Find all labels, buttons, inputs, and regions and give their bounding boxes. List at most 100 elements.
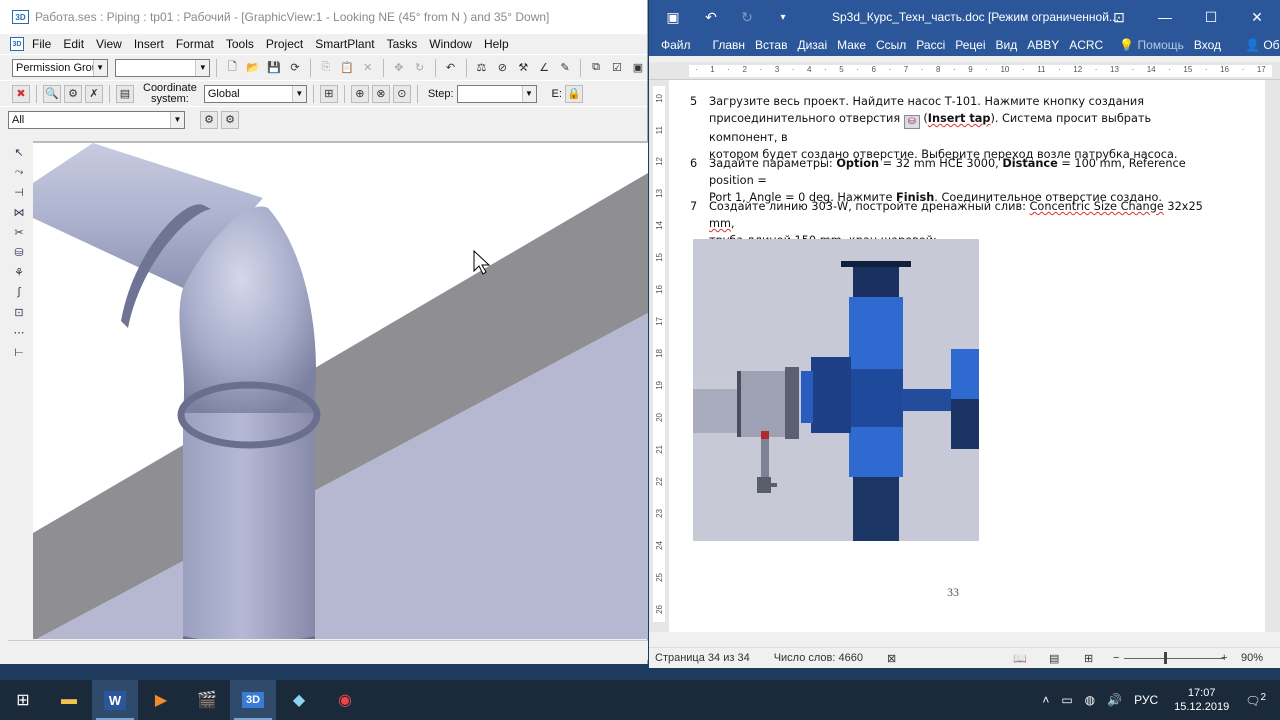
isometric-icon[interactable]: ⊢ (10, 343, 28, 361)
insert-support-icon[interactable]: ⚘ (10, 263, 28, 281)
view-icon[interactable]: ▣ (629, 59, 647, 77)
chevron-up-icon[interactable]: ˄ (1042, 693, 1049, 707)
permission-group-dropdown[interactable]: Permission Group ▼ (12, 58, 108, 77)
spool-icon[interactable]: ∫ (10, 283, 28, 301)
check-icon[interactable]: ☑ (608, 59, 626, 77)
redo-icon[interactable]: ↻ (735, 7, 759, 27)
proofing-icon[interactable]: ⊠ (887, 652, 896, 665)
insert-feature-icon[interactable]: ⋈ (10, 203, 28, 221)
rotate-icon[interactable]: ↻ (411, 59, 429, 77)
menu-tasks[interactable]: Tasks (387, 37, 426, 51)
start-windows-icon[interactable]: ⊞ (0, 680, 46, 720)
plane-x-icon[interactable]: ⊕ (350, 84, 369, 103)
move-icon[interactable]: ✥ (390, 59, 408, 77)
battery-icon[interactable]: ▭ (1061, 693, 1072, 707)
notifications-icon[interactable]: 🗨2 (1245, 692, 1266, 708)
tab-references[interactable]: Ссыл (876, 38, 906, 52)
zoom-slider[interactable] (1124, 658, 1224, 659)
horizontal-ruler[interactable]: · 1 · 2 · 3 · 4 · 5 · 6 · 7 · 8 · 9 · 10 · 11 · 12 · 13 · 14 · 15 · 16 ·… (649, 62, 1280, 80)
web-layout-icon[interactable]: ⊞ (1084, 652, 1093, 665)
menu-view[interactable]: View (96, 37, 130, 51)
open-folder-icon[interactable]: 📂 (244, 59, 262, 77)
refresh-icon[interactable]: ⟳ (286, 59, 304, 77)
sp3d-titlebar[interactable]: 3D Работа.ses : Piping : tp01 : Рабочий … (0, 0, 647, 34)
tab-view[interactable]: Вид (995, 38, 1017, 52)
menu-help[interactable]: Help (484, 37, 517, 51)
filter-settings-icon[interactable]: ⚙ (221, 110, 239, 129)
share-button[interactable]: 👤 Общий доступ (1245, 38, 1280, 52)
tab-acrobat[interactable]: ACRC (1069, 38, 1103, 52)
print-layout-icon[interactable]: ▤ (1049, 652, 1059, 665)
copy-icon[interactable]: ⎘ (317, 59, 335, 77)
clipboard-icon[interactable]: ⧉ (587, 59, 605, 77)
file-explorer-icon[interactable]: ▬ (46, 680, 92, 720)
select-filter-icon[interactable]: ⚙ (64, 84, 82, 103)
menu-format[interactable]: Format (176, 37, 222, 51)
system-clock[interactable]: 17:07 15.12.2019 (1174, 686, 1229, 714)
locate-filter-dropdown[interactable]: All ▼ (8, 110, 185, 129)
tool-icon[interactable]: ✗ (85, 84, 103, 103)
tab-review[interactable]: Рецеі (955, 38, 985, 52)
menu-window[interactable]: Window (429, 37, 480, 51)
sign-in-link[interactable]: Вход (1194, 38, 1221, 52)
sp3d-taskbar-icon[interactable]: 3D (230, 680, 276, 720)
menu-insert[interactable]: Insert (134, 37, 172, 51)
vertical-ruler[interactable]: 10 11 12 13 14 15 16 17 18 19 20 21 22 23 24 25 26 (649, 80, 669, 632)
tab-design[interactable]: Дизаі (797, 38, 827, 52)
menu-file[interactable]: File (32, 37, 59, 51)
coordinate-system-dropdown[interactable]: Global ▼ (203, 84, 307, 103)
tab-home[interactable]: Главн (713, 38, 746, 52)
network-icon[interactable]: ◍ (1085, 693, 1095, 707)
save-icon[interactable]: ▣ (661, 7, 685, 27)
snap-icon[interactable]: ⊞ (319, 84, 338, 103)
zoom-slider-thumb[interactable] (1164, 652, 1167, 664)
word-count-status[interactable]: Число слов: 4660 (774, 652, 863, 664)
new-file-icon[interactable]: 🗋 (223, 59, 241, 77)
route-pipe-icon[interactable]: ⤳ (10, 163, 28, 181)
menu-project[interactable]: Project (266, 37, 311, 51)
minimize-icon[interactable]: — (1142, 0, 1188, 34)
zoom-icon[interactable]: 🔍 (43, 84, 61, 103)
delete-icon[interactable]: ✕ (359, 59, 377, 77)
plane-y-icon[interactable]: ⊗ (371, 84, 390, 103)
cancel-icon[interactable]: ✖ (12, 84, 30, 103)
select-arrow-icon[interactable]: ↖ (10, 143, 28, 161)
step-dropdown[interactable]: ▼ (456, 84, 537, 103)
zoom-in-icon[interactable]: + (1221, 652, 1227, 664)
crystal-app-icon[interactable]: ◆ (276, 680, 322, 720)
volume-icon[interactable]: 🔊 (1107, 693, 1122, 707)
lock-icon[interactable]: 🔒 (564, 84, 583, 103)
document-icon[interactable]: 3D (10, 37, 24, 51)
tab-mailings[interactable]: Рассі (916, 38, 945, 52)
inspect-icon[interactable]: ⊘ (493, 59, 511, 77)
filter-icon[interactable]: ⚙ (200, 110, 218, 129)
close-icon[interactable]: ✕ (1234, 0, 1280, 34)
zoom-level[interactable]: 90% (1241, 652, 1263, 664)
properties-icon[interactable]: ▤ (116, 84, 134, 103)
insert-tap-icon[interactable]: ⛁ (10, 243, 28, 261)
customize-qat-icon[interactable]: ▾ (771, 7, 795, 27)
connect-icon[interactable]: ⋯ (10, 323, 28, 341)
maximize-icon[interactable]: ☐ (1188, 0, 1234, 34)
save-icon[interactable]: 💾 (265, 59, 283, 77)
chrome-icon[interactable]: ◉ (322, 680, 368, 720)
undo-icon[interactable]: ↶ (699, 7, 723, 27)
graphic-view-3d[interactable] (33, 141, 648, 639)
tell-me-help[interactable]: 💡 Помощь (1119, 38, 1184, 52)
insert-specialty-icon[interactable]: ⊡ (10, 303, 28, 321)
tools-icon[interactable]: ⚒ (514, 59, 532, 77)
insert-split-icon[interactable]: ✂ (10, 223, 28, 241)
zoom-out-icon[interactable]: − (1113, 652, 1119, 664)
language-indicator[interactable]: РУС (1134, 693, 1158, 707)
plane-z-icon[interactable]: ⊙ (392, 84, 411, 103)
menu-edit[interactable]: Edit (63, 37, 92, 51)
word-titlebar[interactable]: ▣ ↶ ↻ ▾ Sp3d_Курс_Техн_часть.doc [Режим … (649, 0, 1280, 34)
media-player-icon[interactable]: ▶ (138, 680, 184, 720)
ribbon-display-icon[interactable]: ⊡ (1096, 0, 1142, 34)
tab-insert[interactable]: Встав (755, 38, 787, 52)
page-count-status[interactable]: Страница 34 из 34 (655, 652, 750, 664)
tab-abbyy[interactable]: ABBY (1027, 38, 1059, 52)
tab-file[interactable]: Файл (661, 38, 691, 52)
word-taskbar-icon[interactable]: W (92, 680, 138, 720)
vertical-scrollbar[interactable] (1265, 80, 1280, 632)
